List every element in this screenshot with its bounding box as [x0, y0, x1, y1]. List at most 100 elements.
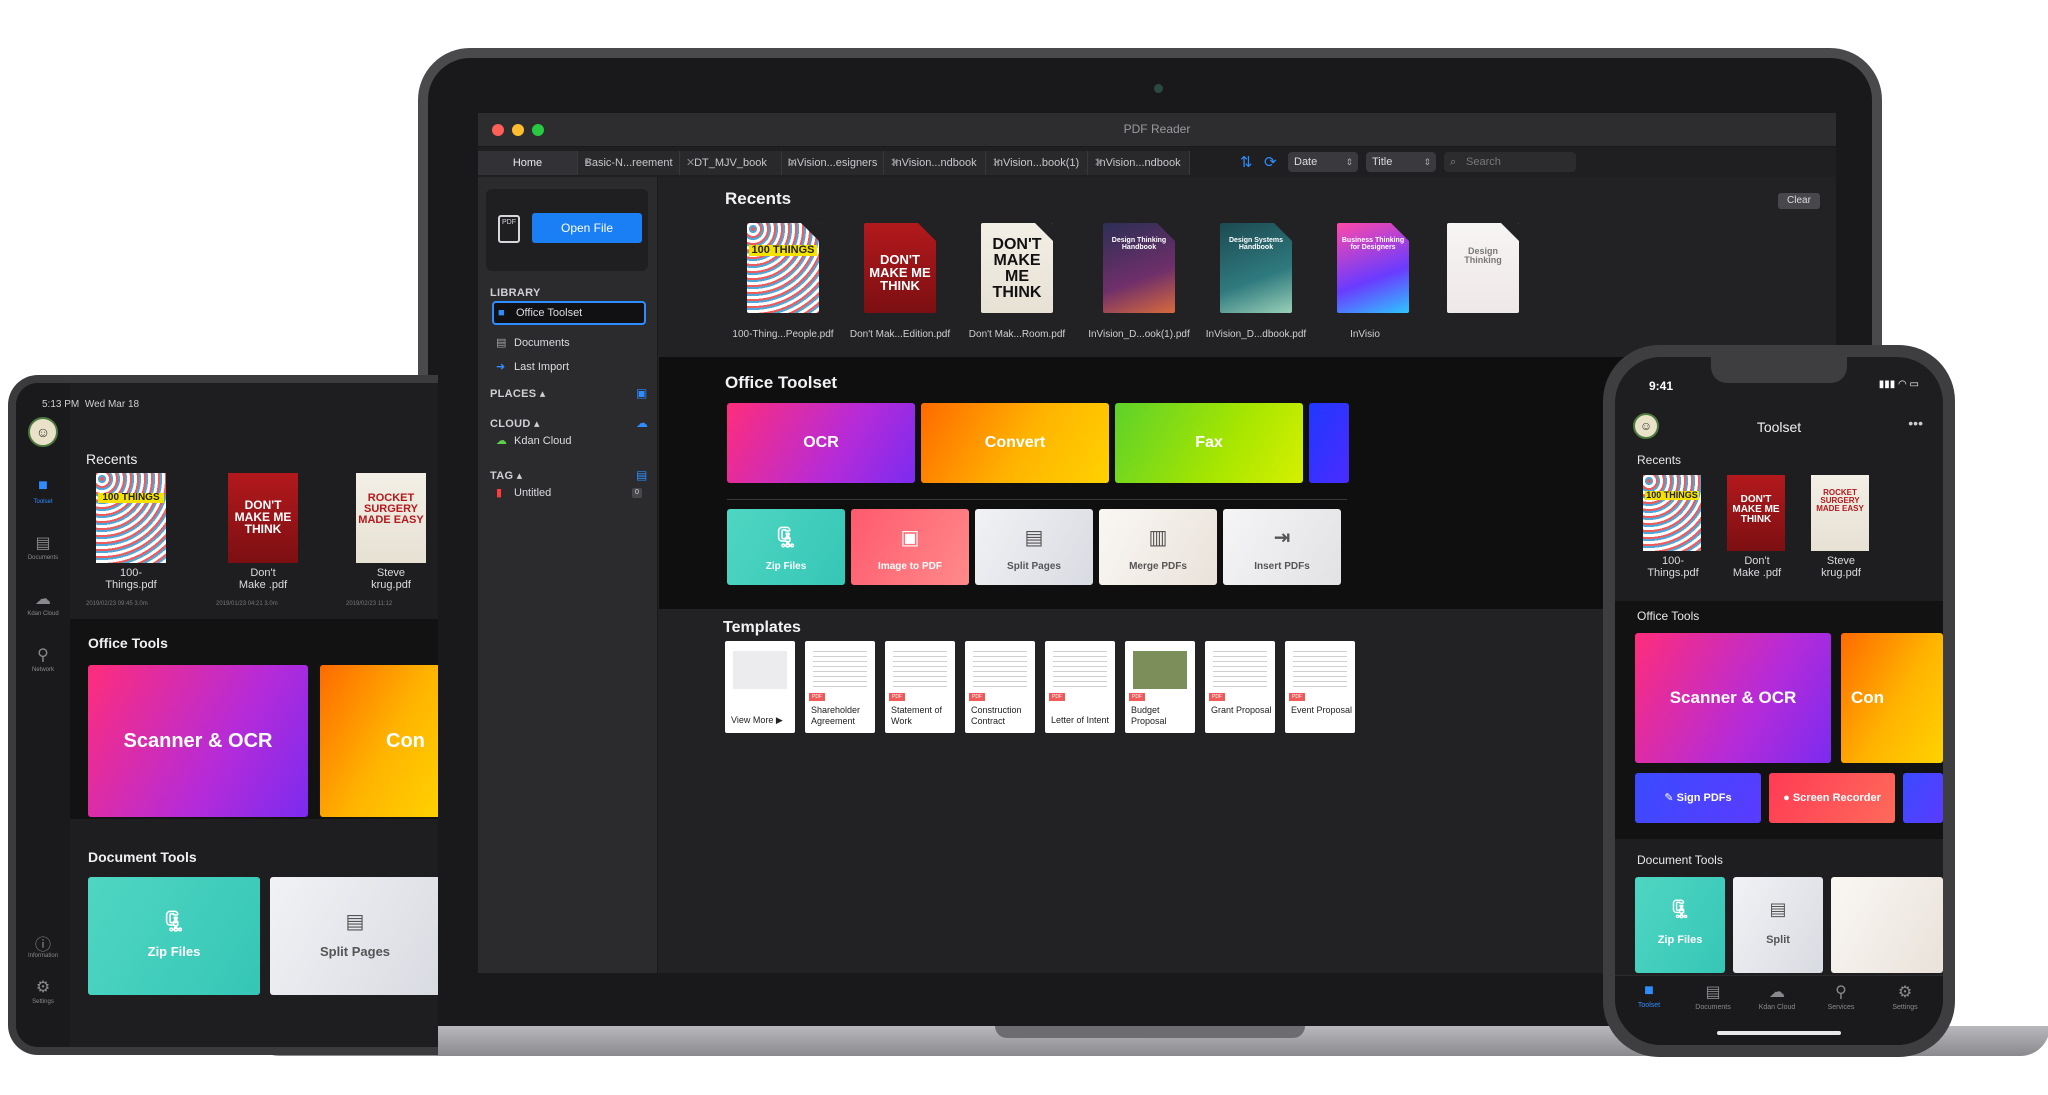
clear-button[interactable]: Clear: [1778, 193, 1820, 209]
close-tab-icon[interactable]: ✕: [584, 151, 593, 175]
documents-icon[interactable]: ▤: [31, 533, 55, 553]
tab-home[interactable]: Home: [478, 151, 578, 175]
open-file-button[interactable]: Open File: [532, 213, 642, 243]
book-cover[interactable]: 100 THINGS: [1643, 475, 1701, 551]
insert-icon: ⇥: [1273, 527, 1291, 549]
image-to-pdf-tool[interactable]: ▣ Image to PDF: [851, 509, 969, 585]
more-tool-card[interactable]: [1309, 403, 1349, 483]
settings-icon[interactable]: ⚙: [31, 977, 55, 997]
tab-document[interactable]: ✕ InVision...ndbook: [1088, 151, 1190, 175]
convert-tool-card[interactable]: Convert: [921, 403, 1109, 483]
sign-pdfs-card[interactable]: ✎ Sign PDFs: [1635, 773, 1761, 823]
file-name[interactable]: InVisio: [1305, 329, 1425, 340]
sync-icon[interactable]: ⟳: [1264, 153, 1277, 171]
book-cover[interactable]: Design Systems Handbook: [1220, 223, 1292, 313]
insert-pdfs-tool[interactable]: ⇥ Insert PDFs: [1223, 509, 1341, 585]
tab-document[interactable]: ✕ InVision...book(1): [986, 151, 1088, 175]
cloud-icon[interactable]: ☁: [636, 416, 648, 430]
cloud-icon: ☁: [1769, 984, 1785, 1001]
toolset-icon[interactable]: ■: [31, 477, 55, 495]
tab-document[interactable]: ✕ DT_MJV_book: [680, 151, 782, 175]
zip-files-card[interactable]: 🗜 Zip Files: [1635, 877, 1725, 973]
file-name[interactable]: InVision_D...ook(1).pdf: [1079, 329, 1199, 340]
zip-files-card[interactable]: 🗜 Zip Files: [88, 877, 260, 995]
template-card[interactable]: PDF Shareholder Agreement: [805, 641, 875, 733]
tab-kdan-cloud[interactable]: ☁ Kdan Cloud: [1747, 982, 1807, 1011]
places-heading[interactable]: PLACES ▴ ▣: [490, 386, 647, 400]
file-name[interactable]: Steve krug.pdf: [1801, 555, 1881, 579]
book-cover[interactable]: Design Thinking: [1447, 223, 1519, 313]
search-input[interactable]: ⌕ Search: [1444, 152, 1576, 172]
book-cover[interactable]: ROCKET SURGERY MADE EASY: [1811, 475, 1869, 551]
sidebar-item-documents[interactable]: ▤ Documents: [492, 331, 646, 355]
sort-by-select[interactable]: Date ⇕: [1288, 152, 1358, 172]
book-cover[interactable]: DON'T MAKE ME THINK: [864, 223, 936, 313]
more-tool-card[interactable]: [1903, 773, 1943, 823]
file-name[interactable]: InVision_D...dbook.pdf: [1196, 329, 1316, 340]
avatar[interactable]: ☺: [28, 417, 58, 447]
merge-card[interactable]: [1831, 877, 1943, 973]
book-cover[interactable]: Business Thinking for Designers: [1337, 223, 1409, 313]
book-cover[interactable]: ROCKET SURGERY MADE EASY: [356, 473, 426, 563]
file-name[interactable]: Don't Make .pdf: [218, 567, 308, 591]
ocr-tool-card[interactable]: OCR: [727, 403, 915, 483]
file-name[interactable]: Don't Mak...Room.pdf: [957, 329, 1077, 340]
template-card[interactable]: PDF Letter of Intent: [1045, 641, 1115, 733]
add-folder-icon[interactable]: ▣: [636, 386, 648, 400]
file-name[interactable]: 100-Thing...People.pdf: [723, 329, 843, 340]
sidebar-item-office-toolset[interactable]: ■ Office Toolset: [492, 301, 646, 325]
close-tab-icon[interactable]: ✕: [686, 151, 695, 175]
book-cover[interactable]: 100 THINGS: [96, 473, 166, 563]
tab-documents[interactable]: ▤ Documents: [1683, 982, 1743, 1011]
close-tab-icon[interactable]: ✕: [1094, 151, 1103, 175]
book-cover[interactable]: DON'T MAKE ME THINK: [1727, 475, 1785, 551]
sort-order-icon[interactable]: ⇅: [1240, 153, 1253, 171]
book-cover[interactable]: DON'T MAKE ME THINK: [228, 473, 298, 563]
screen-recorder-card[interactable]: ● Screen Recorder: [1769, 773, 1895, 823]
fax-tool-card[interactable]: Fax: [1115, 403, 1303, 483]
book-cover[interactable]: Design Thinking Handbook: [1103, 223, 1175, 313]
template-card[interactable]: PDF Construction Contract: [965, 641, 1035, 733]
tab-services[interactable]: ⚲ Services: [1811, 982, 1871, 1011]
tab-document[interactable]: ✕ InVision...esigners: [782, 151, 884, 175]
file-name[interactable]: Don't Mak...Edition.pdf: [840, 329, 960, 340]
book-cover[interactable]: DON'T MAKE ME THINK: [981, 223, 1053, 313]
sidebar-item-last-import[interactable]: ➜ Last Import: [492, 355, 646, 379]
info-icon[interactable]: ⓘ: [31, 931, 55, 955]
split-pages-tool[interactable]: ▤ Split Pages: [975, 509, 1093, 585]
tab-toolset[interactable]: ■ Toolset: [1619, 982, 1679, 1009]
file-name[interactable]: 100- Things.pdf: [1633, 555, 1713, 579]
sidebar-item-tag-untitled[interactable]: ▮ Untitled 0: [492, 481, 646, 505]
tab-document[interactable]: ✕ InVision...ndbook: [884, 151, 986, 175]
file-meta: 2019/01/23 04:21 3.0m: [216, 601, 278, 607]
scanner-ocr-card[interactable]: Scanner & OCR: [88, 665, 308, 817]
book-cover[interactable]: 100 THINGS: [747, 223, 819, 313]
zip-files-tool[interactable]: 🗜 Zip Files: [727, 509, 845, 585]
tab-settings[interactable]: ⚙ Settings: [1875, 982, 1935, 1011]
cloud-icon[interactable]: ☁: [31, 589, 55, 609]
template-card[interactable]: PDF Statement of Work: [885, 641, 955, 733]
sidebar-item-kdan-cloud[interactable]: ☁ Kdan Cloud: [492, 429, 646, 453]
tab-document[interactable]: ✕ Basic-N...reement: [578, 151, 680, 175]
split-card[interactable]: ▤ Split: [1733, 877, 1823, 973]
file-name[interactable]: Steve krug.pdf: [346, 567, 436, 591]
network-icon[interactable]: ⚲: [31, 645, 55, 665]
template-card[interactable]: PDF Budget Proposal: [1125, 641, 1195, 733]
sort-field-select[interactable]: Title ⇕: [1366, 152, 1436, 172]
template-card[interactable]: PDF Event Proposal: [1285, 641, 1355, 733]
template-card[interactable]: PDF Grant Proposal: [1205, 641, 1275, 733]
convert-card[interactable]: Con: [1841, 633, 1943, 763]
template-view-more[interactable]: View More ▶: [725, 641, 795, 733]
more-icon[interactable]: •••: [1908, 415, 1923, 431]
close-tab-icon[interactable]: ✕: [992, 151, 1001, 175]
close-tab-icon[interactable]: ✕: [788, 151, 797, 175]
convert-card[interactable]: Con: [320, 665, 438, 817]
office-tools-title: Office Tools: [88, 635, 168, 651]
split-pages-card[interactable]: ▤ Split Pages: [270, 877, 438, 995]
scanner-ocr-card[interactable]: Scanner & OCR: [1635, 633, 1831, 763]
file-name[interactable]: Don't Make .pdf: [1717, 555, 1797, 579]
file-name[interactable]: 100- Things.pdf: [86, 567, 176, 591]
add-tag-icon[interactable]: ▤: [636, 468, 648, 482]
merge-pdfs-tool[interactable]: ▥ Merge PDFs: [1099, 509, 1217, 585]
close-tab-icon[interactable]: ✕: [890, 151, 899, 175]
